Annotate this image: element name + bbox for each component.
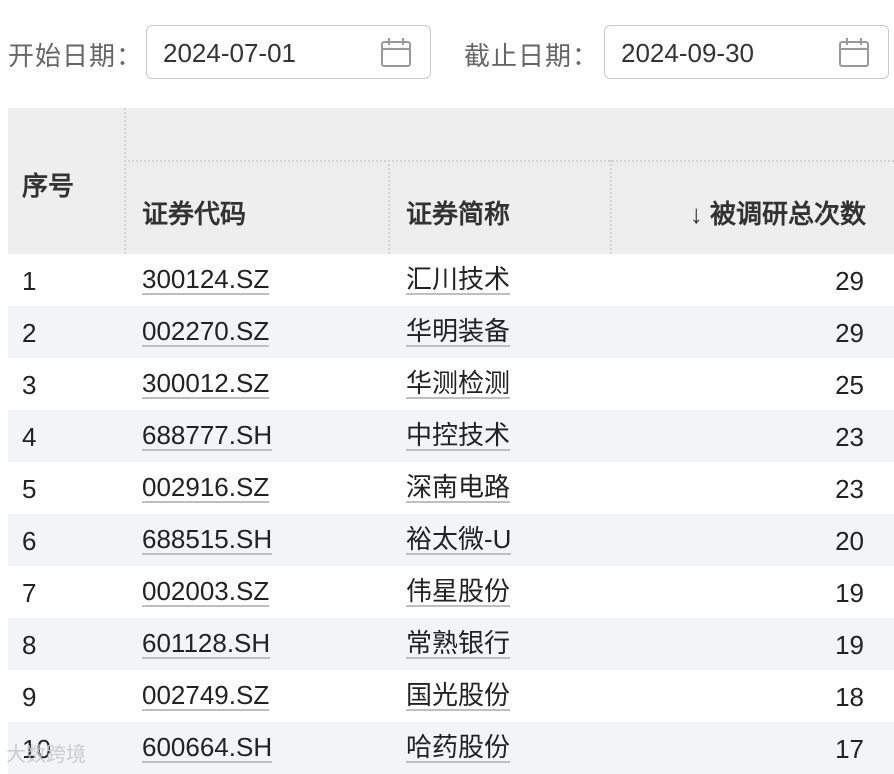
research-count: 19 bbox=[835, 578, 864, 608]
security-name-link[interactable]: 华测检测 bbox=[406, 370, 511, 399]
security-name-link[interactable]: 中控技术 bbox=[406, 422, 511, 451]
security-name-link[interactable]: 华明装备 bbox=[406, 318, 511, 347]
table-row: 10 600664.SH 哈药股份 17 bbox=[8, 722, 894, 774]
table-row: 5 002916.SZ 深南电路 23 bbox=[8, 462, 894, 514]
row-seq: 3 bbox=[22, 370, 37, 400]
security-code-link[interactable]: 300124.SZ bbox=[142, 266, 270, 295]
row-seq: 1 bbox=[22, 266, 37, 296]
security-code-link[interactable]: 002270.SZ bbox=[142, 318, 270, 347]
security-name-link[interactable]: 哈药股份 bbox=[406, 734, 511, 763]
start-date-value: 2024-07-01 bbox=[163, 38, 296, 68]
table-row: 1 300124.SZ 汇川技术 29 bbox=[8, 254, 894, 306]
end-date-input[interactable]: 2024-09-30 bbox=[604, 25, 889, 79]
calendar-icon[interactable] bbox=[380, 36, 412, 68]
table-row: 6 688515.SH 裕太微-U 20 bbox=[8, 514, 894, 566]
research-count: 18 bbox=[835, 682, 864, 712]
row-seq: 4 bbox=[22, 422, 37, 452]
security-name-link[interactable]: 常熟银行 bbox=[406, 630, 511, 659]
security-code-link[interactable]: 002003.SZ bbox=[142, 578, 270, 607]
research-count: 23 bbox=[835, 422, 864, 452]
security-code-link[interactable]: 688515.SH bbox=[142, 526, 273, 555]
header-seq: 序号 bbox=[22, 171, 75, 201]
table-row: 9 002749.SZ 国光股份 18 bbox=[8, 670, 894, 722]
security-name-link[interactable]: 伟星股份 bbox=[406, 578, 511, 607]
table-row: 3 300012.SZ 华测检测 25 bbox=[8, 358, 894, 410]
table-row: 4 688777.SH 中控技术 23 bbox=[8, 410, 894, 462]
header-count-sorted[interactable]: ↓ 被调研总次数 bbox=[690, 194, 866, 231]
research-count-table: 序号 证券代码 证券简称 ↓ 被调研总次数 1 300124.SZ 汇川技术 29 2 0… bbox=[8, 108, 894, 774]
header-group-divider bbox=[124, 160, 894, 162]
calendar-icon[interactable] bbox=[838, 36, 870, 68]
research-count: 25 bbox=[835, 370, 864, 400]
security-name-link[interactable]: 裕太微-U bbox=[406, 526, 512, 555]
security-code-link[interactable]: 688777.SH bbox=[142, 422, 273, 451]
end-date-value: 2024-09-30 bbox=[621, 38, 754, 68]
header-divider bbox=[388, 160, 390, 254]
watermark: 大数跨境 bbox=[6, 744, 86, 766]
security-name-link[interactable]: 汇川技术 bbox=[406, 266, 511, 295]
security-code-link[interactable]: 600664.SH bbox=[142, 734, 273, 763]
research-count: 17 bbox=[835, 734, 864, 764]
security-code-link[interactable]: 601128.SH bbox=[142, 630, 271, 659]
table-header: 序号 证券代码 证券简称 ↓ 被调研总次数 bbox=[8, 108, 894, 254]
row-seq: 2 bbox=[22, 318, 37, 348]
row-seq: 5 bbox=[22, 474, 37, 504]
row-seq: 8 bbox=[22, 630, 37, 660]
security-code-link[interactable]: 300012.SZ bbox=[142, 370, 270, 399]
security-code-link[interactable]: 002749.SZ bbox=[142, 682, 270, 711]
start-date-label: 开始日期： bbox=[8, 41, 144, 71]
header-divider bbox=[124, 108, 126, 254]
row-seq: 6 bbox=[22, 526, 37, 556]
date-filter-bar: 开始日期： 2024-07-01 截止日期： 2024-09-30 bbox=[0, 0, 894, 104]
security-name-link[interactable]: 国光股份 bbox=[406, 682, 511, 711]
research-count: 19 bbox=[835, 630, 864, 660]
table-row: 7 002003.SZ 伟星股份 19 bbox=[8, 566, 894, 618]
header-name[interactable]: 证券简称 bbox=[406, 194, 510, 231]
row-seq: 9 bbox=[22, 682, 37, 712]
table-row: 8 601128.SH 常熟银行 19 bbox=[8, 618, 894, 670]
header-code[interactable]: 证券代码 bbox=[142, 194, 246, 231]
end-date-label: 截止日期： bbox=[464, 41, 600, 71]
research-count: 20 bbox=[835, 526, 864, 556]
security-name-link[interactable]: 深南电路 bbox=[406, 474, 511, 503]
research-count: 29 bbox=[835, 318, 864, 348]
header-divider bbox=[610, 160, 612, 254]
security-code-link[interactable]: 002916.SZ bbox=[142, 474, 270, 503]
table-row: 2 002270.SZ 华明装备 29 bbox=[8, 306, 894, 358]
row-seq: 7 bbox=[22, 578, 37, 608]
start-date-input[interactable]: 2024-07-01 bbox=[146, 25, 431, 79]
research-count: 23 bbox=[835, 474, 864, 504]
research-count: 29 bbox=[835, 266, 864, 296]
